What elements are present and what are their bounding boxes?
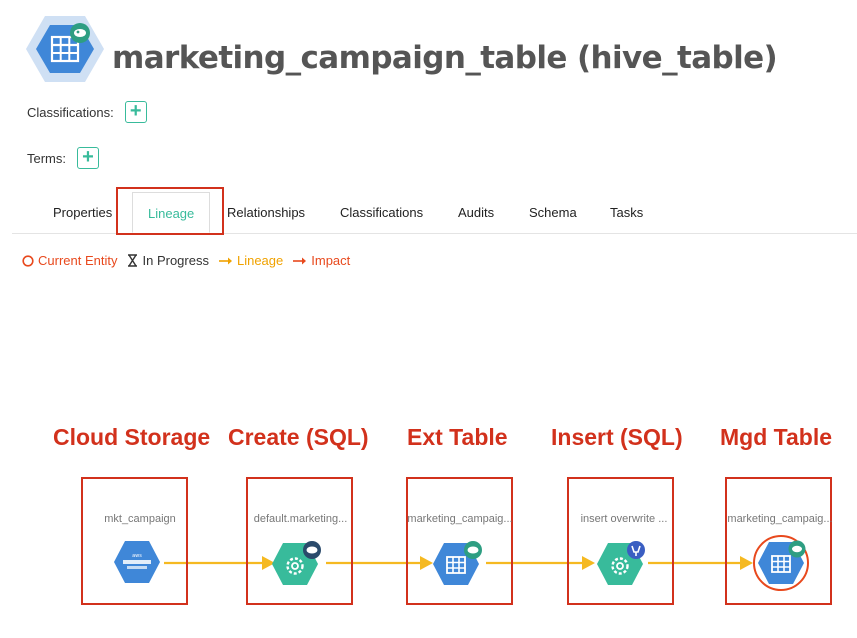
cloud-storage-icon[interactable]: aws <box>113 540 161 584</box>
node-label: marketing_campaig... <box>407 513 513 525</box>
node-label: marketing_campaig... <box>727 513 833 525</box>
node-label: default.marketing... <box>253 513 348 525</box>
svg-text:aws: aws <box>132 553 142 559</box>
process-gear-icon[interactable] <box>271 540 325 586</box>
process-gear-icon[interactable] <box>596 540 650 586</box>
node-label: mkt_campaign <box>104 513 176 525</box>
node-label: insert overwrite ... <box>580 513 668 525</box>
current-entity-table-icon[interactable] <box>752 534 814 592</box>
table-icon[interactable] <box>432 540 486 586</box>
